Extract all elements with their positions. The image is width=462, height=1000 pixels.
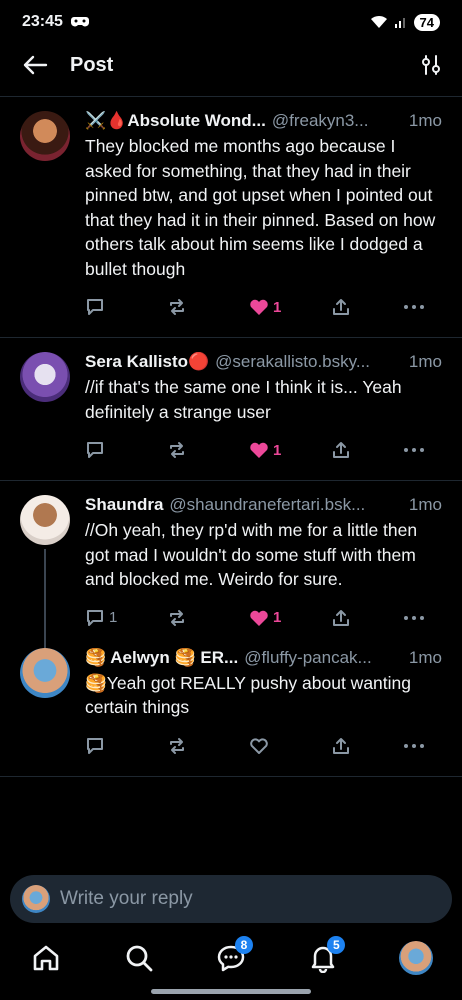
author-name[interactable]: 🥞 Aelwyn 🥞 ER... <box>85 648 238 668</box>
repost-button[interactable] <box>167 608 249 628</box>
more-button[interactable] <box>403 743 425 749</box>
reply-button[interactable] <box>85 736 167 756</box>
heart-filled-icon <box>250 442 268 458</box>
page-title: Post <box>70 53 114 76</box>
comment-icon <box>87 299 103 315</box>
sliders-icon <box>422 55 440 75</box>
repost-icon <box>170 299 184 315</box>
author-handle[interactable]: @fluffy-pancak... <box>244 648 405 668</box>
heart-filled-icon <box>250 610 268 626</box>
like-count: 1 <box>273 441 282 459</box>
notification-badge: 5 <box>327 936 346 954</box>
gamepad-icon <box>70 17 89 27</box>
tab-profile[interactable] <box>396 938 436 978</box>
like-count: 1 <box>273 298 282 316</box>
thread-settings-button[interactable] <box>418 52 444 78</box>
post-item[interactable]: 🥞 Aelwyn 🥞 ER... @fluffy-pancak... 1mo 🥞… <box>0 647 462 758</box>
more-button[interactable] <box>403 615 425 621</box>
more-button[interactable] <box>403 304 425 310</box>
reply-button[interactable] <box>85 440 167 460</box>
post-item[interactable]: Shaundra @shaundranefertari.bsk... 1mo /… <box>0 495 462 671</box>
chat-badge: 8 <box>234 936 253 954</box>
author-handle[interactable]: @freakyn3... <box>272 111 405 131</box>
share-icon <box>333 609 349 626</box>
author-handle[interactable]: @shaundranefertari.bsk... <box>169 495 405 515</box>
avatar <box>398 941 433 975</box>
repost-button[interactable] <box>167 736 249 756</box>
more-horizontal-icon <box>404 743 424 748</box>
heart-filled-icon <box>250 299 268 315</box>
wifi-icon <box>370 15 387 28</box>
home-indicator <box>151 989 311 994</box>
share-button[interactable] <box>331 297 403 317</box>
avatar[interactable] <box>20 495 70 545</box>
like-button[interactable]: 1 <box>249 298 331 316</box>
tab-home[interactable] <box>26 938 66 978</box>
reply-placeholder[interactable]: Write your reply <box>60 888 193 910</box>
heart-outline-icon <box>250 737 268 754</box>
share-button[interactable] <box>331 736 403 756</box>
more-button[interactable] <box>403 447 425 453</box>
post-item[interactable]: ⚔️🩸Absolute Wond... @freakyn3... 1mo The… <box>0 111 462 319</box>
status-time: 23:45 <box>22 13 63 30</box>
avatar[interactable] <box>20 111 70 161</box>
search-icon <box>126 945 152 972</box>
post-time: 1mo <box>408 352 442 371</box>
more-horizontal-icon <box>404 615 424 620</box>
status-bar: 23:45 74 <box>0 0 462 44</box>
comment-icon <box>87 737 103 754</box>
post-text: They blocked me months ago because I ask… <box>85 136 436 279</box>
reply-composer[interactable]: Write your reply <box>10 875 452 923</box>
repost-button[interactable] <box>167 297 249 317</box>
repost-button[interactable] <box>167 440 249 460</box>
post-text: //Oh yeah, they rp'd with me for a littl… <box>85 520 418 589</box>
tab-notifications[interactable]: 5 <box>303 936 346 978</box>
post-text: 🥞Yeah got REALLY pushy about wanting cer… <box>85 672 412 718</box>
more-horizontal-icon <box>404 448 424 452</box>
share-button[interactable] <box>331 440 403 460</box>
avatar[interactable] <box>20 647 70 698</box>
share-icon <box>333 737 349 754</box>
reply-button[interactable]: 1 <box>85 608 167 628</box>
post-time: 1mo <box>408 111 442 130</box>
repost-icon <box>170 609 184 626</box>
like-button[interactable]: 1 <box>249 441 331 459</box>
home-icon <box>33 945 59 971</box>
post-text: //if that's the same one I think it is..… <box>85 377 402 422</box>
repost-icon <box>170 737 184 754</box>
tab-chat[interactable]: 8 <box>211 936 253 978</box>
author-handle[interactable]: @serakallisto.bsky... <box>215 352 405 372</box>
like-button[interactable] <box>249 737 331 755</box>
share-icon <box>333 442 349 458</box>
post-item[interactable]: Sera Kallisto🔴 @serakallisto.bsky... 1mo… <box>0 352 462 462</box>
reply-count: 1 <box>109 609 118 626</box>
avatar <box>22 885 50 913</box>
arrow-left-icon <box>23 55 48 75</box>
repost-icon <box>170 442 184 458</box>
reply-button[interactable] <box>85 297 167 317</box>
author-name[interactable]: Shaundra <box>85 495 163 515</box>
more-horizontal-icon <box>404 305 424 309</box>
share-icon <box>333 299 349 315</box>
like-count: 1 <box>273 609 282 626</box>
back-button[interactable] <box>22 51 50 79</box>
avatar[interactable] <box>20 352 70 402</box>
post-time: 1mo <box>408 495 442 514</box>
bottom-tab-bar: 8 5 <box>0 932 462 984</box>
battery-indicator: 74 <box>413 13 440 31</box>
signal-icon <box>394 18 405 28</box>
author-name[interactable]: ⚔️🩸Absolute Wond... <box>85 111 266 131</box>
like-button[interactable]: 1 <box>249 609 331 627</box>
share-button[interactable] <box>331 608 403 628</box>
tab-search[interactable] <box>119 938 159 978</box>
comment-icon <box>87 609 103 626</box>
author-name[interactable]: Sera Kallisto🔴 <box>85 352 209 372</box>
comment-icon <box>87 442 103 458</box>
post-time: 1mo <box>408 647 442 667</box>
post-header: Post <box>0 44 462 86</box>
